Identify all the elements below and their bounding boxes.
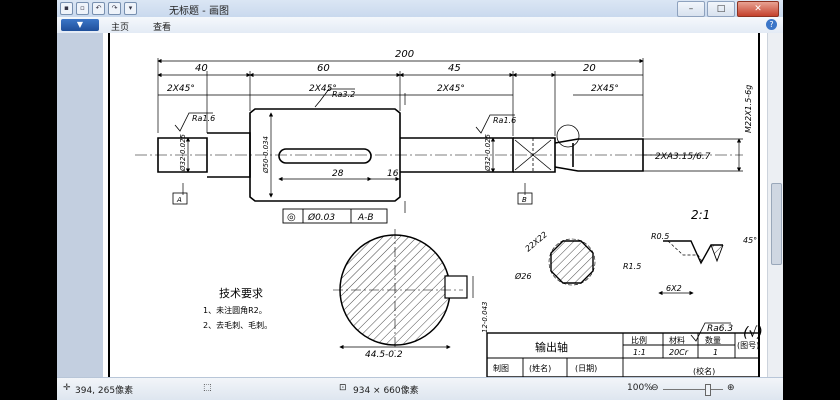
dim-section-dia: 44.5-0.2 bbox=[365, 350, 403, 360]
tb-date: (日期) bbox=[575, 364, 597, 373]
detail-circle bbox=[556, 124, 580, 148]
dim-45: 45 bbox=[448, 63, 461, 74]
dim-20: 20 bbox=[583, 63, 596, 74]
minimize-button[interactable]: – bbox=[677, 1, 705, 17]
tolerance-value: Ø0.03 bbox=[307, 212, 335, 223]
drawing-canvas[interactable]: 200 40 60 45 20 2X45° 2X45° 2X45° 2X45° … bbox=[103, 33, 767, 378]
tb-drawing-no: (图号) bbox=[737, 341, 759, 350]
tech-req-title: 技术要求 bbox=[219, 287, 263, 300]
dim-60: 60 bbox=[317, 63, 330, 74]
help-icon[interactable]: ? bbox=[766, 19, 777, 30]
detail-angle: 45° bbox=[743, 236, 757, 245]
tb-name: (姓名) bbox=[529, 363, 551, 373]
tb-school: (校名) bbox=[693, 366, 715, 376]
status-bar: ✛ 394, 265像素 ⬚ ⊡ 934 × 660像素 100% ⊖ ⊕ bbox=[57, 377, 783, 400]
tolerance-frame: ◎ Ø0.03 A-B bbox=[282, 208, 388, 224]
dim-keyway-length: 28 bbox=[332, 169, 344, 179]
tb-part-name: 输出轴 bbox=[535, 340, 568, 354]
tech-req-item-1: 1、未注圆角R2。 bbox=[203, 305, 267, 315]
engineering-drawing: 200 40 60 45 20 2X45° 2X45° 2X45° 2X45° … bbox=[108, 33, 763, 378]
scrollbar-thumb[interactable] bbox=[771, 183, 782, 265]
dim-dia-2: Ø50-0.034 bbox=[262, 136, 270, 174]
cursor-position: 394, 265像素 bbox=[75, 386, 134, 396]
window-controls: – □ ✕ bbox=[677, 1, 779, 17]
roughness-ra1-6-b: Ra1.6 bbox=[493, 116, 516, 125]
tb-header-scale: 比例 bbox=[631, 335, 647, 345]
concentricity-symbol: ◎ bbox=[287, 212, 296, 223]
save-icon[interactable]: ▫ bbox=[76, 2, 89, 15]
dim-chamfer-1: 2X45° bbox=[167, 84, 195, 94]
tab-view[interactable]: 查看 bbox=[153, 20, 171, 33]
quick-access-toolbar: ▪ ▫ ↶ ↷ ▾ bbox=[60, 2, 137, 15]
detail-r05: R0.5 bbox=[651, 232, 669, 241]
tb-drawn-by: 制图 bbox=[493, 363, 509, 373]
file-menu-button[interactable]: ▼ bbox=[61, 19, 99, 31]
roughness-ra3-2: Ra3.2 bbox=[332, 90, 355, 99]
canvas-area: 200 40 60 45 20 2X45° 2X45° 2X45° 2X45° … bbox=[57, 33, 783, 378]
tb-header-material: 材料 bbox=[669, 335, 685, 345]
zoom-out-icon[interactable]: ⊖ bbox=[651, 383, 659, 393]
detail-scale: 2:1 bbox=[691, 208, 710, 222]
dim-spline-dia: Ø26 bbox=[514, 271, 531, 281]
redo-icon[interactable]: ↷ bbox=[108, 2, 121, 15]
title-bar: ▪ ▫ ↶ ↷ ▾ 无标题 - 画图 – □ ✕ bbox=[57, 0, 783, 17]
tb-qty: 1 bbox=[713, 348, 718, 357]
maximize-button[interactable]: □ bbox=[707, 1, 735, 17]
ribbon-tabs: ▼ 主页 查看 ? bbox=[57, 17, 783, 34]
tech-requirements: 技术要求 1、未注圆角R2。 2、去毛刺、毛刺。 bbox=[203, 287, 272, 330]
canvas-size: 934 × 660像素 bbox=[353, 386, 419, 396]
customize-qat-icon[interactable]: ▾ bbox=[124, 2, 137, 15]
dim-thread: M22X1.5-6g bbox=[744, 85, 753, 133]
spline-end-view: 22X22 Ø26 bbox=[514, 230, 596, 286]
roughness-symbols bbox=[174, 88, 731, 342]
dim-40: 40 bbox=[195, 63, 208, 74]
dim-overall: 200 bbox=[395, 49, 414, 60]
tb-header-qty: 数量 bbox=[705, 335, 721, 345]
tb-scale: 1:1 bbox=[633, 348, 646, 357]
dim-chamfer-3: 2X45° bbox=[437, 84, 465, 94]
canvas-size-icon: ⊡ bbox=[339, 383, 347, 393]
tb-material: 20Cr bbox=[669, 348, 689, 357]
selection-size-icon: ⬚ bbox=[203, 383, 212, 393]
tech-req-item-2: 2、去毛刺、毛刺。 bbox=[203, 320, 272, 330]
tolerance-ref: A-B bbox=[357, 213, 374, 223]
dim-dia-1: Ø32-0.025 bbox=[179, 133, 187, 172]
dimension-lines bbox=[157, 58, 743, 213]
dim-chamfer-4: 2X45° bbox=[591, 84, 619, 94]
zoom-slider-track[interactable] bbox=[663, 389, 723, 390]
tab-home[interactable]: 主页 bbox=[111, 20, 129, 33]
section-view: 44.5-0.2 12-0.043 bbox=[333, 229, 489, 360]
paint-window: ▪ ▫ ↶ ↷ ▾ 无标题 - 画图 – □ ✕ ▼ 主页 查看 ? 200 4… bbox=[57, 0, 783, 400]
window-title: 无标题 - 画图 bbox=[169, 6, 229, 17]
vertical-scrollbar[interactable] bbox=[767, 33, 783, 377]
dim-spline-size: 22X22 bbox=[524, 230, 550, 254]
dim-dia-3: Ø32-0.025 bbox=[484, 133, 492, 172]
dim-section-width: 12-0.043 bbox=[481, 302, 489, 333]
datum-b: B bbox=[522, 196, 527, 204]
dim-keyway-offset: 16 bbox=[387, 169, 399, 179]
zoom-level: 100% bbox=[627, 383, 653, 393]
zoom-slider-thumb[interactable] bbox=[705, 384, 711, 396]
undo-icon[interactable]: ↶ bbox=[92, 2, 105, 15]
cursor-position-icon: ✛ bbox=[63, 383, 71, 393]
paint-app-icon[interactable]: ▪ bbox=[60, 2, 73, 15]
close-button[interactable]: ✕ bbox=[737, 1, 779, 17]
detail-r15: R1.5 bbox=[623, 262, 641, 271]
detail-view: 2:1 R0.5 R1.5 45° 6X2 bbox=[623, 208, 757, 296]
zoom-in-icon[interactable]: ⊕ bbox=[727, 383, 735, 393]
title-block: 输出轴 比例 材料 数量 (图号) 1:1 20Cr 1 制图 (姓名) (日期… bbox=[486, 332, 760, 378]
detail-size: 6X2 bbox=[666, 284, 682, 293]
roughness-ra1-6-a: Ra1.6 bbox=[192, 114, 215, 123]
dim-groove: 2XA3.15/6.7 bbox=[655, 152, 711, 162]
datum-a: A bbox=[176, 196, 182, 204]
